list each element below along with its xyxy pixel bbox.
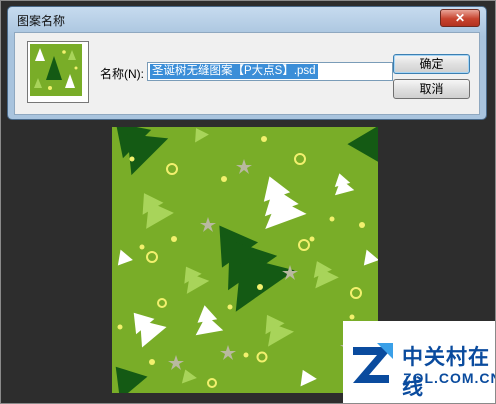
close-button[interactable]: ✕ — [440, 9, 480, 27]
close-icon: ✕ — [454, 11, 466, 25]
pattern-name-input[interactable]: 圣诞树无缝图案【P大点S】.psd — [147, 62, 393, 81]
name-label: 名称(N): — [100, 67, 144, 81]
pattern-name-value: 圣诞树无缝图案【P大点S】.psd — [150, 64, 318, 79]
zol-logo-icon — [353, 343, 393, 383]
pattern-canvas — [112, 122, 379, 400]
pattern-name-dialog: 图案名称 ✕ 名称(N): 圣诞树无缝图案【P大点S】.psd 确定 取消 — [7, 6, 487, 120]
pattern-thumbnail-image — [30, 44, 82, 96]
watermark: 中关村在线 ZOL.COM.CN — [343, 321, 495, 403]
cancel-button[interactable]: 取消 — [393, 79, 470, 99]
ok-button[interactable]: 确定 — [393, 54, 470, 74]
watermark-text-line2: ZOL.COM.CN — [403, 370, 496, 386]
screenshot-frame: 图案名称 ✕ 名称(N): 圣诞树无缝图案【P大点S】.psd 确定 取消 中关… — [0, 0, 496, 404]
christmas-tree-pattern — [112, 122, 379, 400]
pattern-thumbnail — [27, 41, 89, 103]
dialog-title: 图案名称 — [17, 14, 66, 28]
dialog-titlebar[interactable]: 图案名称 ✕ — [8, 7, 486, 31]
